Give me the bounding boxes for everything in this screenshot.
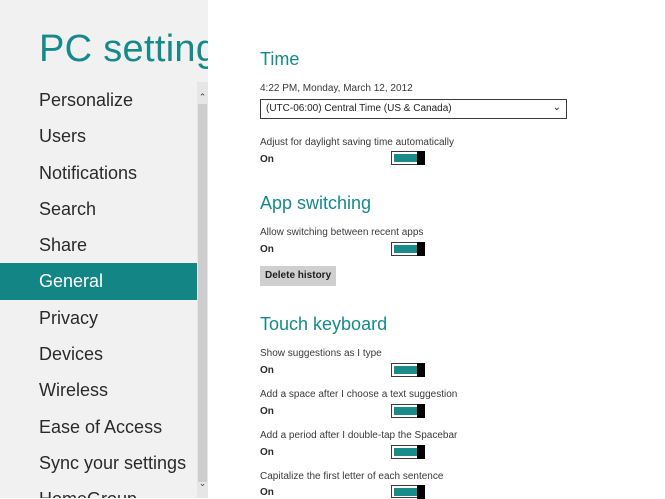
dst-label: Adjust for daylight saving time automati… bbox=[260, 137, 454, 148]
nav-item-share[interactable]: Share bbox=[0, 227, 208, 263]
toggle-knob bbox=[417, 242, 425, 256]
page-title: PC settings bbox=[39, 28, 208, 70]
toggle-fill bbox=[394, 407, 418, 415]
add-period-state: On bbox=[260, 447, 274, 458]
toggle-knob bbox=[417, 404, 425, 418]
scrollbar-thumb[interactable] bbox=[198, 104, 207, 482]
app-switching-heading: App switching bbox=[260, 193, 372, 213]
nav-item-wireless[interactable]: Wireless bbox=[0, 372, 208, 408]
add-space-state: On bbox=[260, 406, 274, 417]
chevron-down-icon: ⌄ bbox=[552, 102, 561, 113]
nav-item-sync-settings[interactable]: Sync your settings bbox=[0, 445, 208, 481]
nav-item-notifications[interactable]: Notifications bbox=[0, 155, 208, 191]
allow-switching-toggle[interactable] bbox=[391, 242, 425, 256]
show-suggestions-label: Show suggestions as I type bbox=[260, 348, 382, 359]
timezone-value: (UTC-06:00) Central Time (US & Canada) bbox=[266, 103, 452, 114]
toggle-knob bbox=[417, 363, 425, 377]
dst-toggle[interactable] bbox=[391, 151, 425, 165]
add-period-toggle[interactable] bbox=[391, 445, 425, 459]
nav-scrollbar[interactable]: ⌃ ⌄ bbox=[197, 82, 208, 498]
touch-keyboard-heading: Touch keyboard bbox=[260, 314, 388, 334]
allow-switching-label: Allow switching between recent apps bbox=[260, 227, 424, 238]
add-space-toggle[interactable] bbox=[391, 404, 425, 418]
nav-item-ease-of-access[interactable]: Ease of Access bbox=[0, 409, 208, 445]
nav-item-personalize[interactable]: Personalize bbox=[0, 82, 208, 118]
nav-pane: PC settings Personalize Users Notificati… bbox=[0, 0, 208, 498]
toggle-fill bbox=[394, 154, 418, 162]
toggle-fill bbox=[394, 448, 418, 456]
capitalize-state: On bbox=[260, 487, 274, 498]
toggle-fill bbox=[394, 488, 418, 496]
current-time-text: 4:22 PM, Monday, March 12, 2012 bbox=[260, 83, 413, 94]
toggle-fill bbox=[394, 366, 418, 374]
nav-item-devices[interactable]: Devices bbox=[0, 336, 208, 372]
toggle-knob bbox=[417, 151, 425, 165]
add-space-label: Add a space after I choose a text sugges… bbox=[260, 389, 458, 400]
time-heading: Time bbox=[260, 49, 300, 69]
delete-history-button[interactable]: Delete history bbox=[260, 266, 337, 286]
capitalize-toggle[interactable] bbox=[391, 485, 425, 499]
allow-switching-state: On bbox=[260, 244, 274, 255]
nav-item-homegroup[interactable]: HomeGroup bbox=[0, 481, 208, 498]
toggle-knob bbox=[417, 485, 425, 499]
toggle-knob bbox=[417, 445, 425, 459]
nav-item-general[interactable]: General bbox=[0, 263, 208, 300]
show-suggestions-toggle[interactable] bbox=[391, 363, 425, 377]
add-period-label: Add a period after I double-tap the Spac… bbox=[260, 430, 458, 441]
toggle-fill bbox=[394, 245, 418, 253]
nav-item-users[interactable]: Users bbox=[0, 118, 208, 154]
nav-item-privacy[interactable]: Privacy bbox=[0, 300, 208, 336]
chevron-up-icon[interactable]: ⌃ bbox=[197, 90, 208, 104]
timezone-dropdown[interactable]: (UTC-06:00) Central Time (US & Canada) ⌄ bbox=[260, 99, 567, 119]
show-suggestions-state: On bbox=[260, 365, 274, 376]
chevron-down-icon[interactable]: ⌄ bbox=[197, 476, 208, 490]
nav-list: Personalize Users Notifications Search S… bbox=[0, 82, 208, 498]
nav-item-search[interactable]: Search bbox=[0, 191, 208, 227]
dst-state: On bbox=[260, 154, 274, 165]
capitalize-label: Capitalize the first letter of each sent… bbox=[260, 471, 444, 482]
